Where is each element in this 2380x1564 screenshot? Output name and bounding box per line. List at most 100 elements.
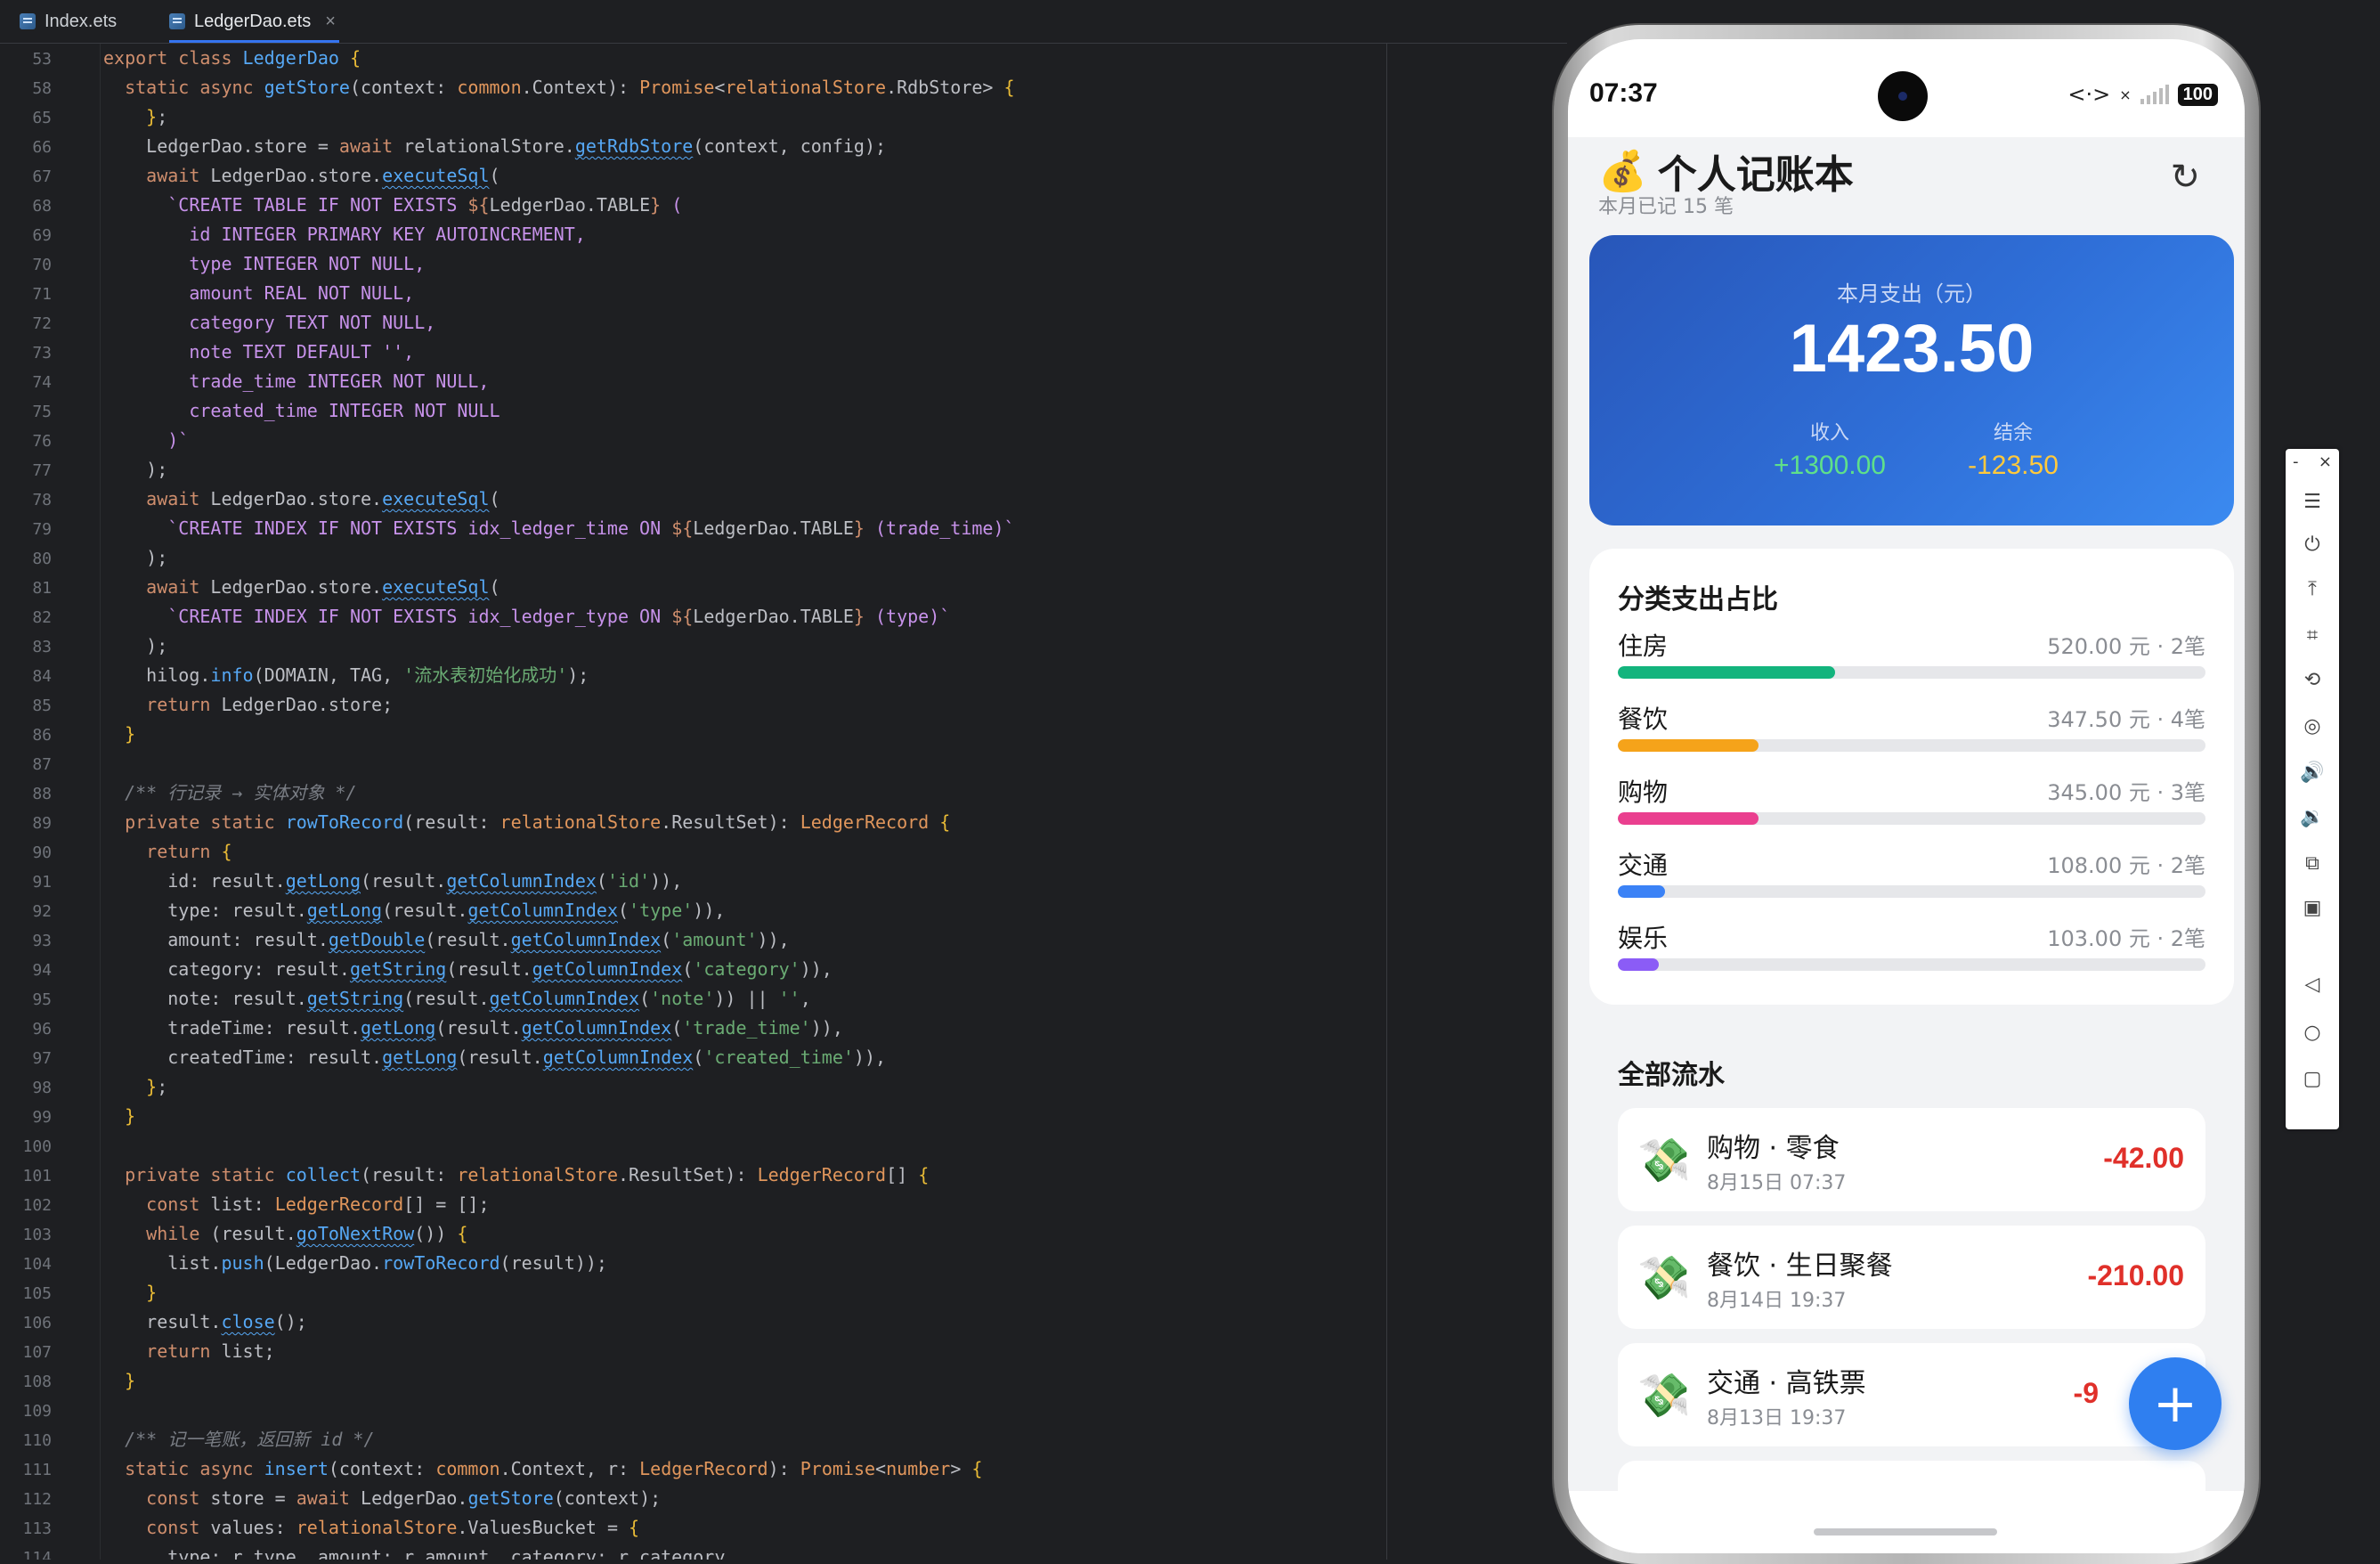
category-row-transport[interactable]: 交通 108.00 元 · 2笔 (1618, 846, 2205, 919)
code-text[interactable]: createdTime: result.getLong(result.getCo… (103, 1043, 886, 1072)
code-text[interactable]: }; (103, 102, 167, 132)
code-text[interactable]: tradeTime: result.getLong(result.getColu… (103, 1014, 843, 1043)
code-editor[interactable]: 53 export class LedgerDao {58 static asyn… (0, 44, 1567, 1560)
power-icon[interactable]: ⏻ (2286, 527, 2339, 563)
code-line[interactable]: 65 }; (0, 102, 167, 132)
code-line[interactable]: 92 type: result.getLong(result.getColumn… (0, 896, 725, 925)
code-line[interactable]: 90 return { (0, 837, 232, 867)
code-line[interactable]: 78 await LedgerDao.store.executeSql( (0, 485, 500, 514)
close-icon[interactable]: × (2319, 452, 2332, 471)
code-text[interactable]: created_time INTEGER NOT NULL (103, 396, 500, 426)
code-line[interactable]: 105 } (0, 1278, 157, 1307)
code-text[interactable]: )` (103, 426, 189, 455)
code-text[interactable]: private static collect(result: relationa… (103, 1161, 929, 1190)
code-text[interactable]: const values: relationalStore.ValuesBuck… (103, 1513, 639, 1543)
code-line[interactable]: 100 (0, 1131, 52, 1161)
tab-ledgerdao-ets[interactable]: LedgerDao.ets × (169, 0, 339, 43)
code-text[interactable]: static async getStore(context: common.Co… (103, 73, 1014, 102)
code-line[interactable]: 108 } (0, 1366, 135, 1396)
code-text[interactable]: amount REAL NOT NULL, (103, 279, 414, 308)
code-text[interactable]: type: r.type, amount: r.amount, category… (103, 1543, 735, 1560)
tab-index-ets[interactable]: Index.ets (20, 0, 117, 43)
code-text[interactable]: ); (103, 543, 167, 573)
code-text[interactable]: LedgerDao.store = await relationalStore.… (103, 132, 886, 161)
back-icon[interactable]: ◁ (2286, 967, 2339, 1003)
code-line[interactable]: 79 `CREATE INDEX IF NOT EXISTS idx_ledge… (0, 514, 1014, 543)
code-text[interactable]: /** 记一笔账，返回新 id */ (103, 1425, 374, 1454)
code-line[interactable]: 107 return list; (0, 1337, 274, 1366)
code-line[interactable]: 81 await LedgerDao.store.executeSql( (0, 573, 500, 602)
code-line[interactable]: 95 note: result.getString(result.getColu… (0, 984, 810, 1014)
code-text[interactable]: id INTEGER PRIMARY KEY AUTOINCREMENT, (103, 220, 586, 249)
fold-icon[interactable]: ⧉ (2286, 846, 2339, 882)
transaction-item[interactable]: 💸 购物 · 零食 8月15日 07:37 -42.00 (1618, 1108, 2205, 1211)
code-line[interactable]: 80 ); (0, 543, 167, 573)
code-line[interactable]: 99 } (0, 1102, 135, 1131)
recents-icon[interactable]: ▢ (2286, 1062, 2339, 1097)
code-line[interactable]: 83 ); (0, 631, 167, 661)
code-line[interactable]: 102 const list: LedgerRecord[] = []; (0, 1190, 489, 1219)
code-text[interactable]: static async insert(context: common.Cont… (103, 1454, 982, 1484)
transaction-item[interactable]: 💸 餐饮 · 生日聚餐 8月14日 19:37 -210.00 (1618, 1226, 2205, 1329)
code-line[interactable]: 98 }; (0, 1072, 167, 1102)
code-text[interactable]: ); (103, 455, 167, 485)
category-row-housing[interactable]: 住房 520.00 元 · 2笔 (1618, 627, 2205, 700)
code-line[interactable]: 94 category: result.getString(result.get… (0, 955, 833, 984)
code-line[interactable]: 73 note TEXT DEFAULT '', (0, 338, 414, 367)
code-line[interactable]: 82 `CREATE INDEX IF NOT EXISTS idx_ledge… (0, 602, 950, 631)
close-icon[interactable]: × (325, 12, 336, 32)
code-line[interactable]: 106 result.close(); (0, 1307, 306, 1337)
code-text[interactable]: `CREATE INDEX IF NOT EXISTS idx_ledger_t… (103, 602, 950, 631)
category-row-dining[interactable]: 餐饮 347.50 元 · 4笔 (1618, 700, 2205, 773)
code-text[interactable]: note: result.getString(result.getColumnI… (103, 984, 811, 1014)
code-text[interactable]: await LedgerDao.store.executeSql( (103, 161, 500, 191)
home-indicator[interactable] (1814, 1528, 1997, 1535)
code-line[interactable]: 91 id: result.getLong(result.getColumnIn… (0, 867, 682, 896)
code-text[interactable]: hilog.info(DOMAIN, TAG, '流水表初始化成功'); (103, 661, 589, 690)
minimize-icon[interactable]: - (2293, 452, 2299, 471)
code-line[interactable]: 71 amount REAL NOT NULL, (0, 279, 414, 308)
code-text[interactable]: } (103, 720, 135, 749)
code-text[interactable]: type INTEGER NOT NULL, (103, 249, 425, 279)
code-text[interactable]: id: result.getLong(result.getColumnIndex… (103, 867, 682, 896)
code-line[interactable]: 75 created_time INTEGER NOT NULL (0, 396, 500, 426)
code-text[interactable]: ); (103, 631, 167, 661)
code-line[interactable]: 103 while (result.goToNextRow()) { (0, 1219, 467, 1249)
pin-top-icon[interactable]: ⤒ (2286, 572, 2339, 607)
code-line[interactable]: 96 tradeTime: result.getLong(result.getC… (0, 1014, 843, 1043)
code-line[interactable]: 101 private static collect(result: relat… (0, 1161, 929, 1190)
crop-icon[interactable]: ⌗ (2286, 618, 2339, 654)
code-line[interactable]: 87 (0, 749, 52, 778)
volume-up-icon[interactable]: 🔊 (2286, 755, 2339, 791)
code-line[interactable]: 93 amount: result.getDouble(result.getCo… (0, 925, 789, 955)
code-text[interactable]: const store = await LedgerDao.getStore(c… (103, 1484, 661, 1513)
code-text[interactable]: return { (103, 837, 232, 867)
code-text[interactable]: } (103, 1102, 135, 1131)
code-text[interactable]: export class LedgerDao { (103, 44, 361, 73)
code-text[interactable]: private static rowToRecord(result: relat… (103, 808, 950, 837)
code-text[interactable]: return list; (103, 1337, 275, 1366)
code-line[interactable]: 97 createdTime: result.getLong(result.ge… (0, 1043, 886, 1072)
code-text[interactable]: category TEXT NOT NULL, (103, 308, 435, 338)
code-line[interactable]: 58 static async getStore(context: common… (0, 73, 1014, 102)
code-text[interactable]: `CREATE INDEX IF NOT EXISTS idx_ledger_t… (103, 514, 1014, 543)
transaction-item[interactable]: 💸 交通 · 高铁票 8月13日 19:37 -9 (1618, 1343, 2205, 1446)
code-line[interactable]: 72 category TEXT NOT NULL, (0, 308, 435, 338)
menu-icon[interactable]: ☰ (2286, 485, 2339, 520)
code-text[interactable]: return LedgerDao.store; (103, 690, 393, 720)
code-line[interactable]: 112 const store = await LedgerDao.getSto… (0, 1484, 661, 1513)
code-line[interactable]: 104 list.push(LedgerDao.rowToRecord(resu… (0, 1249, 606, 1278)
code-text[interactable]: await LedgerDao.store.executeSql( (103, 573, 500, 602)
location-icon[interactable]: ◎ (2286, 709, 2339, 745)
code-text[interactable]: await LedgerDao.store.executeSql( (103, 485, 500, 514)
code-line[interactable]: 86 } (0, 720, 135, 749)
code-text[interactable]: type: result.getLong(result.getColumnInd… (103, 896, 725, 925)
code-line[interactable]: 68 `CREATE TABLE IF NOT EXISTS ${LedgerD… (0, 191, 682, 220)
code-text[interactable]: amount: result.getDouble(result.getColum… (103, 925, 789, 955)
code-text[interactable]: result.close(); (103, 1307, 307, 1337)
code-line[interactable]: 113 const values: relationalStore.Values… (0, 1513, 639, 1543)
code-line[interactable]: 110 /** 记一笔账，返回新 id */ (0, 1425, 374, 1454)
code-line[interactable]: 84 hilog.info(DOMAIN, TAG, '流水表初始化成功'); (0, 661, 589, 690)
code-text[interactable]: } (103, 1366, 135, 1396)
code-text[interactable]: list.push(LedgerDao.rowToRecord(result))… (103, 1249, 607, 1278)
